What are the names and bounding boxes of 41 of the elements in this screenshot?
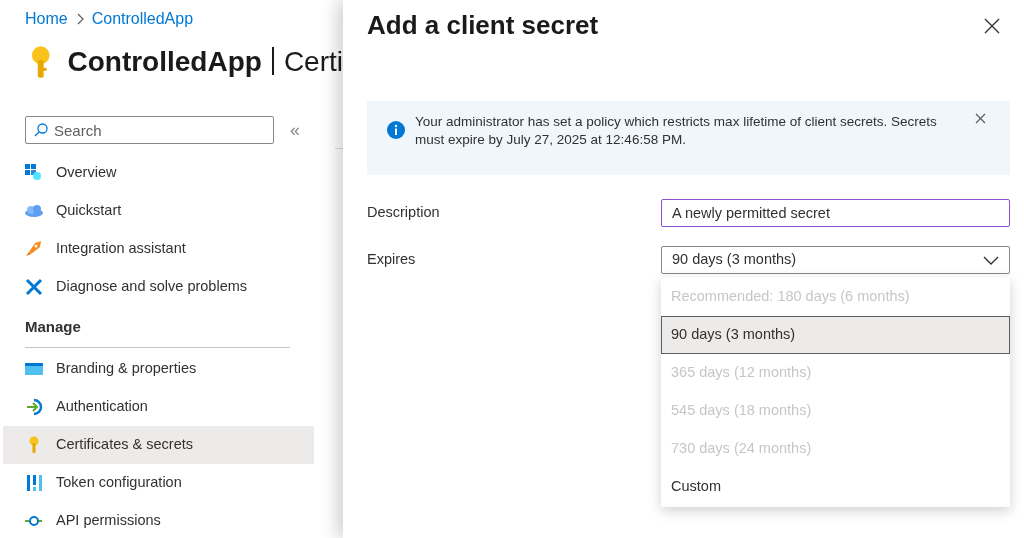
cloud-icon: [25, 202, 43, 220]
nav-item[interactable]: Branding & properties: [3, 349, 314, 388]
bars-icon: [25, 473, 43, 492]
info-icon: [387, 121, 405, 139]
rocket-icon: [25, 240, 43, 258]
dropdown-option[interactable]: 90 days (3 months): [661, 316, 1010, 354]
dropdown-option: Recommended: 180 days (6 months): [661, 278, 1010, 316]
app-title: ControlledApp: [67, 46, 262, 77]
search-field[interactable]: Search: [25, 116, 274, 144]
breadcrumb-link[interactable]: Home: [25, 7, 68, 31]
panel-title: Add a client secret: [367, 9, 599, 42]
dropdown-option: 545 days (18 months): [661, 392, 1010, 430]
notice-text: Your administrator has set a policy which restricts max lifetime of client secrets. Secrets must expire by July 27, 2025 at 12:46:58 PM.: [415, 113, 938, 149]
dropdown-option: 365 days (12 months): [661, 354, 1010, 392]
grid-icon: [25, 164, 43, 182]
nav-item[interactable]: Authentication: [3, 387, 314, 426]
section-heading: Manage: [25, 316, 290, 348]
tools-icon: [25, 278, 43, 296]
nav-item[interactable]: Quickstart: [3, 192, 314, 230]
description-field[interactable]: A newly permitted secret: [661, 199, 1010, 227]
dropdown-option[interactable]: Custom: [661, 468, 1010, 506]
dismiss-icon[interactable]: [975, 113, 986, 124]
collapse-button[interactable]: «: [290, 116, 300, 144]
expires-label: Expires: [367, 250, 417, 270]
section-title: Certi: [283, 46, 343, 77]
description-label: Description: [367, 203, 441, 223]
search-icon: [34, 123, 48, 137]
nav-item[interactable]: Overview: [3, 154, 314, 192]
dropdown-value: 90 days (3 months): [672, 250, 797, 270]
nav-item[interactable]: Token configuration: [3, 463, 314, 502]
chevron-down-icon: [983, 255, 999, 265]
dropdown-option: 730 days (24 months): [661, 430, 1010, 468]
nav-item[interactable]: Integration assistant: [3, 230, 314, 268]
nav-item[interactable]: Diagnose and solve problems: [3, 268, 314, 306]
expires-dropdown[interactable]: 90 days (3 months): [661, 246, 1010, 274]
close-icon[interactable]: [984, 18, 1000, 34]
chevron-right-icon: [75, 13, 84, 25]
nav-item[interactable]: Certificates & secrets: [3, 425, 314, 464]
nav-item[interactable]: API permissions: [3, 501, 314, 538]
sign-in-icon: [25, 397, 43, 416]
breadcrumb-link[interactable]: ControlledApp: [91, 7, 194, 31]
